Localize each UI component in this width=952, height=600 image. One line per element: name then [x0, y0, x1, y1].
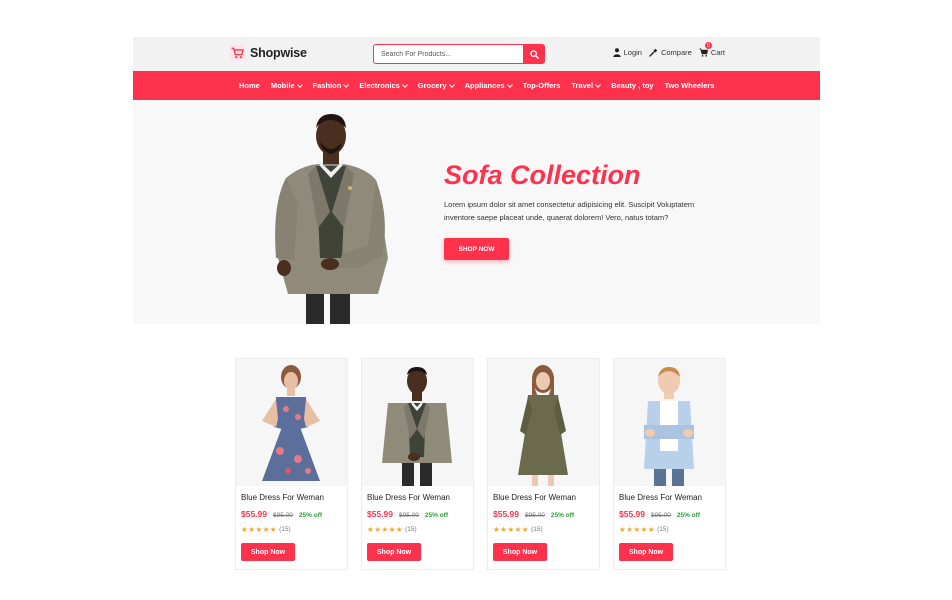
review-count: (15): [657, 526, 669, 533]
cart-link[interactable]: 0 Cart: [699, 42, 725, 57]
compare-icon: [649, 48, 658, 57]
cart-logo-icon: [229, 44, 246, 61]
main-nav: Home Mobile Fashion Electronics Grocery …: [133, 71, 820, 100]
chevron-down-icon: [296, 81, 303, 88]
chevron-down-icon: [448, 81, 455, 88]
nav-item-appliances[interactable]: Appliances: [465, 81, 513, 90]
hero-shop-now-button[interactable]: SHOP NOW: [444, 238, 509, 260]
product-discount: 25% off: [676, 512, 701, 519]
product-name[interactable]: Blue Dress For Weman: [619, 493, 702, 502]
shop-now-button[interactable]: Shop Now: [619, 543, 673, 561]
product-discount: 25% off: [298, 512, 323, 519]
product-image[interactable]: [236, 359, 347, 486]
hero-banner: Sofa Collection Lorem ipsum dolor sit am…: [133, 100, 820, 324]
price-row: $55.99 $95.00 25% off: [241, 509, 322, 519]
product-rating: ★★★★★ (15): [619, 525, 669, 534]
login-link[interactable]: Login: [612, 48, 642, 57]
product-old-price: $95.00: [273, 512, 293, 519]
compare-link[interactable]: Compare: [649, 48, 692, 57]
nav-item-fashion[interactable]: Fashion: [313, 81, 350, 90]
product-price: $55.99: [493, 509, 519, 519]
product-image-boy-blue-shirt: [644, 367, 694, 486]
brand-name: Shopwise: [250, 45, 307, 60]
shop-now-button[interactable]: Shop Now: [241, 543, 295, 561]
product-image-man-blazer: [382, 367, 452, 486]
product-list: Blue Dress For Weman $55.99 $95.00 25% o…: [235, 358, 726, 570]
review-count: (15): [405, 526, 417, 533]
product-old-price: $95.00: [651, 512, 671, 519]
product-old-price: $95.00: [525, 512, 545, 519]
page-frame: Shopwise Login: [133, 37, 820, 324]
product-card[interactable]: Blue Dress For Weman $55.99 $95.00 25% o…: [361, 358, 474, 570]
product-image[interactable]: [614, 359, 725, 486]
product-image[interactable]: [362, 359, 473, 486]
user-icon: [612, 48, 621, 57]
product-price: $55.99: [619, 509, 645, 519]
shop-now-button[interactable]: Shop Now: [367, 543, 421, 561]
login-label: Login: [623, 48, 642, 57]
product-name[interactable]: Blue Dress For Weman: [241, 493, 324, 502]
product-price: $55.99: [367, 509, 393, 519]
hero-title: Sofa Collection: [444, 160, 641, 190]
product-name[interactable]: Blue Dress For Weman: [493, 493, 576, 502]
chevron-down-icon: [401, 81, 408, 88]
product-discount: 25% off: [424, 512, 449, 519]
chevron-down-icon: [506, 81, 513, 88]
product-image-woman-floral-dress: [262, 365, 320, 481]
star-rating-icon: ★★★★★: [619, 525, 656, 534]
product-rating: ★★★★★ (15): [367, 525, 417, 534]
product-discount: 25% off: [550, 512, 575, 519]
chevron-down-icon: [343, 81, 350, 88]
nav-item-mobile[interactable]: Mobile: [271, 81, 303, 90]
star-rating-icon: ★★★★★: [241, 525, 278, 534]
product-old-price: $95.00: [399, 512, 419, 519]
price-row: $55.99 $95.00 25% off: [367, 509, 448, 519]
shop-now-button[interactable]: Shop Now: [493, 543, 547, 561]
star-rating-icon: ★★★★★: [367, 525, 404, 534]
review-count: (15): [279, 526, 291, 533]
nav-item-grocery[interactable]: Grocery: [418, 81, 455, 90]
price-row: $55.99 $95.00 25% off: [493, 509, 574, 519]
nav-item-home[interactable]: Home: [239, 81, 260, 90]
product-rating: ★★★★★ (15): [241, 525, 291, 534]
hero-model-image: [275, 114, 388, 324]
search-bar: [373, 44, 545, 64]
nav-item-two-wheelers[interactable]: Two Wheelers: [665, 81, 715, 90]
product-rating: ★★★★★ (15): [493, 525, 543, 534]
brand-logo[interactable]: Shopwise: [229, 44, 307, 61]
product-card[interactable]: Blue Dress For Weman $55.99 $95.00 25% o…: [235, 358, 348, 570]
product-card[interactable]: Blue Dress For Weman $55.99 $95.00 25% o…: [487, 358, 600, 570]
nav-item-travel[interactable]: Travel: [571, 81, 601, 90]
top-header: Shopwise Login: [133, 37, 820, 71]
price-row: $55.99 $95.00 25% off: [619, 509, 700, 519]
product-image[interactable]: [488, 359, 599, 486]
nav-item-beauty-toy[interactable]: Beauty , toy: [611, 81, 654, 90]
nav-item-electronics[interactable]: Electronics: [359, 81, 408, 90]
chevron-down-icon: [595, 81, 601, 88]
cart-label: Cart: [710, 48, 725, 57]
product-card[interactable]: Blue Dress For Weman $55.99 $95.00 25% o…: [613, 358, 726, 570]
review-count: (15): [531, 526, 543, 533]
cart-icon: [699, 48, 708, 57]
search-button[interactable]: [523, 44, 545, 64]
cart-count-badge: 0: [704, 42, 712, 49]
star-rating-icon: ★★★★★: [493, 525, 530, 534]
product-price: $55.99: [241, 509, 267, 519]
product-image-woman-olive-dress: [518, 365, 568, 486]
header-utilities: Login Compare 0 Cart: [612, 42, 725, 57]
hero-description: Lorem ipsum dolor sit amet consectetur a…: [444, 200, 695, 222]
nav-item-top-offers[interactable]: Top-Offers: [523, 81, 561, 90]
compare-label: Compare: [660, 48, 692, 57]
search-icon: [529, 49, 539, 59]
search-input[interactable]: [373, 44, 523, 64]
product-name[interactable]: Blue Dress For Weman: [367, 493, 450, 502]
